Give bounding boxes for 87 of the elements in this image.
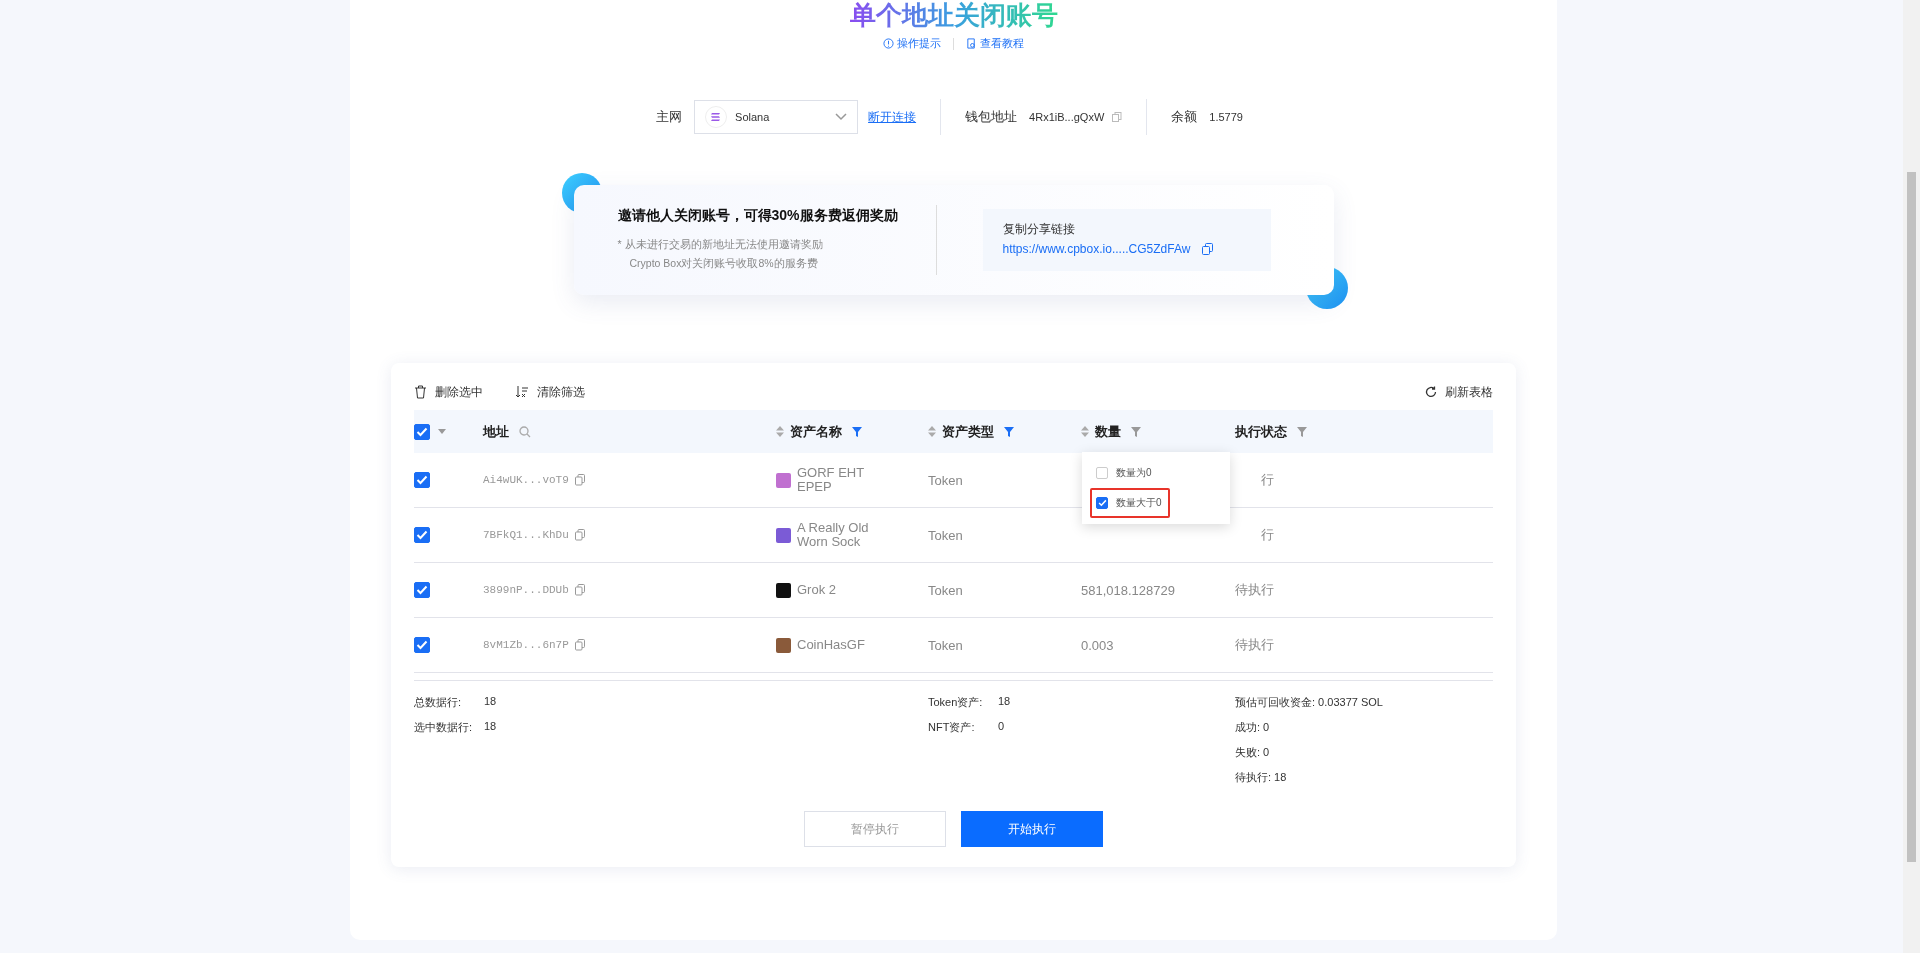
stat-value: 18: [484, 720, 497, 734]
action-button[interactable]: 开始执行: [961, 811, 1103, 847]
search-icon[interactable]: [519, 425, 531, 438]
delete-selected-button[interactable]: 删除选中: [414, 383, 483, 401]
filter-icon[interactable]: [1297, 426, 1307, 437]
disconnect-link[interactable]: 断开连接: [868, 108, 917, 126]
stat-label: Token资产:: [928, 695, 984, 710]
stat-value: 18: [998, 695, 1011, 709]
invite-note: * 从未进行交易的新地址无法使用邀请奖励: [617, 237, 824, 252]
copy-icon[interactable]: [1112, 112, 1123, 122]
help-link[interactable]: 操作提示: [883, 36, 941, 51]
sort-icon[interactable]: [928, 426, 936, 437]
help-link[interactable]: 查看教程: [966, 36, 1024, 51]
asset-type-cell: Token: [928, 527, 963, 543]
row-checkbox[interactable]: [414, 527, 430, 543]
filter-icon[interactable]: [1004, 426, 1014, 437]
wallet-label: 钱包地址: [965, 108, 1018, 126]
sort-icon[interactable]: [1081, 426, 1089, 437]
clear-filter-button[interactable]: 清除筛选: [515, 383, 585, 401]
chevron-down-icon: [835, 113, 848, 121]
info-icon: [883, 38, 894, 49]
filter-option[interactable]: 数量大于0: [1090, 488, 1170, 518]
copy-icon[interactable]: [574, 639, 585, 651]
status-cell-text: 行: [1260, 471, 1274, 489]
quantity-cell: 581,018.128729: [1081, 582, 1175, 598]
page-title: 单个地址关闭账号: [849, 0, 1058, 30]
stat-label: 选中数据行:: [414, 720, 474, 735]
sort-clear-icon: [515, 385, 529, 399]
share-link[interactable]: https://www.cpbox.io.....CG5ZdFAw: [1002, 242, 1191, 256]
scrollbar-thumb[interactable]: [1907, 172, 1916, 862]
scrollbar[interactable]: [1903, 0, 1920, 953]
select-all-checkbox[interactable]: [414, 423, 430, 440]
stat-value: 0: [998, 720, 1005, 734]
filter-option[interactable]: 数量为0: [1090, 458, 1222, 488]
row-checkbox[interactable]: [414, 472, 430, 488]
asset-type-cell: Token: [928, 582, 963, 598]
stat-text: 成功: 0: [1235, 720, 1270, 735]
column-header: 数量: [1095, 422, 1121, 441]
stat-label: NFT资产:: [928, 720, 976, 735]
address-cell: 7BFkQ1...KhDu: [483, 529, 569, 541]
asset-name-cell: CoinHasGF: [797, 638, 865, 652]
stat-text: 待执行: 18: [1235, 770, 1287, 785]
solana-icon: [705, 106, 728, 128]
address-cell: Ai4wUK...voT9: [483, 474, 569, 486]
document-icon: [966, 38, 977, 49]
network-select[interactable]: Solana: [694, 100, 859, 134]
stat-label: 总数据行:: [414, 695, 463, 710]
asset-type-cell: Token: [928, 472, 963, 488]
asset-name-cell: Grok 2: [797, 583, 836, 597]
option-checkbox[interactable]: [1096, 467, 1108, 479]
asset-name-cell-text: A Really Old Worn Sock: [797, 521, 870, 549]
row-checkbox[interactable]: [414, 637, 430, 653]
quantity-cell: 0.003: [1081, 637, 1114, 653]
refresh-icon: [1425, 386, 1437, 398]
wallet-address: 4Rx1iB...gQxW: [1029, 111, 1105, 123]
invite-heading: 邀请他人关闭账号，可得30%服务费返佣奖励: [617, 207, 899, 225]
address-cell: 3899nP...DDUb: [483, 584, 569, 596]
column-header: 资产类型: [942, 422, 994, 441]
column-header: 资产名称: [790, 422, 842, 441]
trash-icon: [414, 385, 427, 399]
copy-icon[interactable]: [1202, 243, 1214, 255]
status-cell: 待执行: [1235, 581, 1274, 599]
stat-text: 失败: 0: [1235, 745, 1270, 760]
sort-icon[interactable]: [776, 426, 784, 437]
copy-icon[interactable]: [574, 529, 585, 541]
balance-label: 余额: [1171, 108, 1198, 126]
copy-icon[interactable]: [574, 474, 585, 486]
stat-text: 预估可回收资金: 0.03377 SOL: [1235, 695, 1383, 710]
refresh-button[interactable]: 刷新表格: [1425, 383, 1493, 401]
status-cell-text: 行: [1260, 526, 1274, 544]
copy-icon[interactable]: [574, 584, 585, 596]
caret-down-icon[interactable]: [438, 429, 446, 434]
status-cell: 待执行: [1235, 636, 1274, 654]
asset-type-cell: Token: [928, 637, 963, 653]
network-label: 主网: [656, 108, 683, 126]
filter-icon[interactable]: [852, 426, 862, 437]
row-checkbox[interactable]: [414, 582, 430, 598]
filter-icon[interactable]: [1131, 426, 1141, 437]
address-cell: 8vM1Zb...6n7P: [483, 639, 569, 651]
invite-note: Crypto Box对关闭账号收取8%的服务费: [628, 256, 819, 271]
stat-value: 18: [484, 695, 497, 709]
column-header: 地址: [483, 422, 509, 441]
share-label: 复制分享链接: [1002, 221, 1076, 238]
balance-value: 1.5779: [1209, 111, 1243, 123]
column-header: 执行状态: [1235, 422, 1287, 441]
option-checkbox[interactable]: [1096, 497, 1108, 509]
asset-name-cell-text: GORF EHT EPEP: [797, 466, 865, 494]
